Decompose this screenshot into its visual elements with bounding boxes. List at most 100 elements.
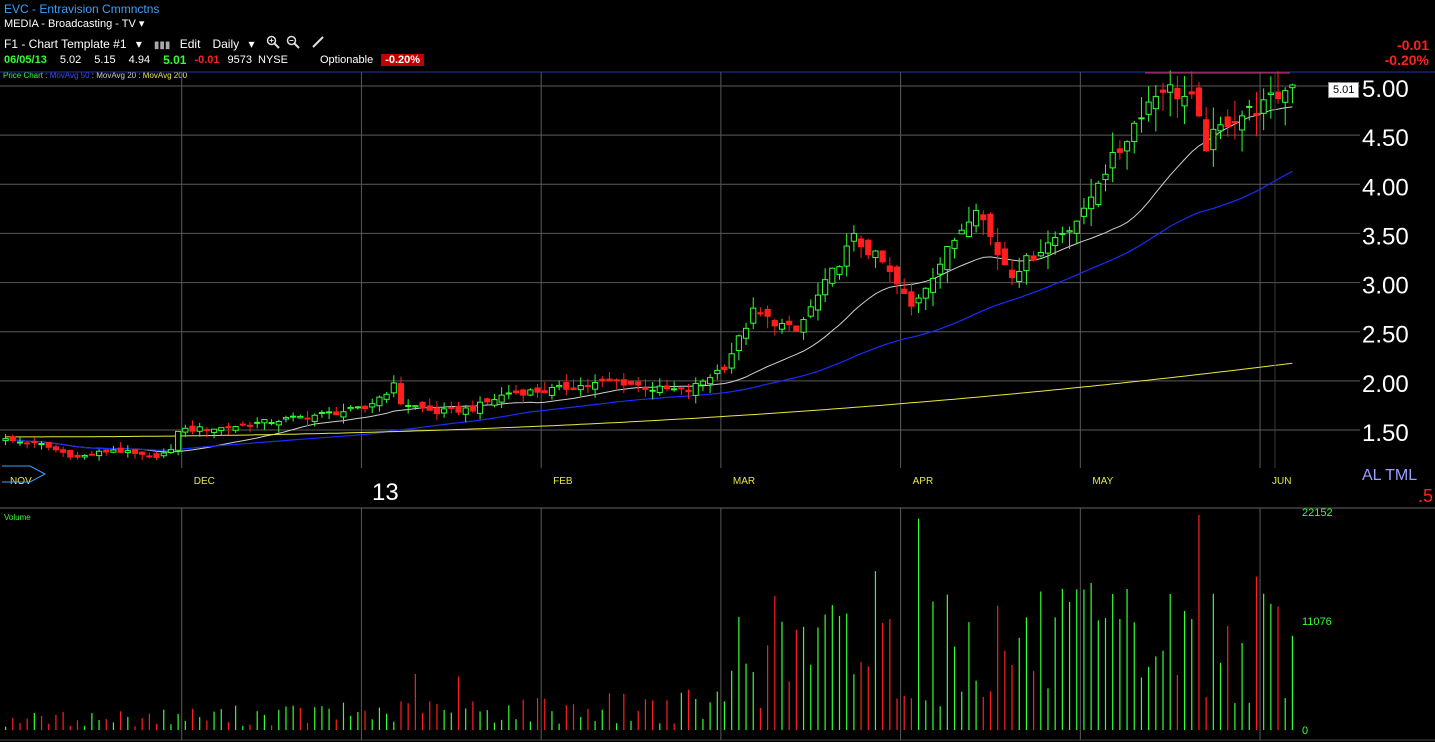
candle [24,441,31,449]
candle [627,380,635,386]
candle-body [1260,99,1267,114]
candle [52,444,60,453]
candle [9,434,16,443]
candle-body [1174,87,1181,100]
candle-body [1203,119,1210,152]
candle [822,268,829,303]
candle-body [980,214,987,221]
candle-body [369,403,376,408]
candle-body [1138,117,1145,120]
candle-body [678,387,685,390]
candle-body [38,443,45,446]
candle-body [340,411,347,418]
candle-body [656,385,663,394]
candle-body [182,427,189,433]
candle [563,374,570,396]
candle-body [505,392,512,395]
candle-body [534,387,541,393]
candle-body [9,436,16,441]
candle-body [541,390,548,393]
candle-body [548,387,556,396]
candle-body [16,441,24,444]
candle [577,377,584,396]
candle [534,384,541,398]
candle-body [110,449,117,453]
candle [1131,120,1138,154]
candle-body [750,307,757,324]
candle [1289,83,1296,104]
candle [275,419,282,433]
candle-body [865,239,872,256]
candle-body [282,417,290,420]
candle [383,392,390,403]
candle-body [397,383,405,405]
candle-body [2,438,9,442]
candle-body [886,265,893,272]
x-tick-label: MAR [733,476,755,487]
candle-body [1030,255,1037,261]
candle [1138,97,1145,133]
candle [527,388,534,397]
x-tick-label: JUN [1272,476,1291,487]
candle [1088,178,1095,227]
candle [865,238,872,259]
candle-body [584,385,591,388]
candle-body [606,378,613,382]
candle [728,342,735,374]
candle-body [1044,242,1052,254]
candle-body [103,449,110,453]
candle [1080,198,1088,225]
candle-body [1109,152,1116,169]
candle-body [771,320,778,327]
candle [1167,70,1174,117]
candle [721,364,728,374]
candle-body [498,394,505,403]
candle-body [390,382,397,394]
candle-body [441,408,448,414]
candle [153,451,160,461]
candle [663,379,671,392]
candle-body [973,209,980,227]
candle [81,454,88,460]
candle-body [1037,252,1044,257]
candle [556,380,563,391]
candle-body [778,323,786,330]
candle [1260,88,1267,131]
candle-body [455,405,462,413]
candle [167,444,175,455]
candle [110,445,117,454]
candle-body [354,406,361,409]
candle-body [893,266,901,285]
candle-body [563,382,570,390]
candle-body [189,425,196,432]
candle-body [944,246,951,271]
candle-body [556,384,563,388]
candle [520,388,527,404]
candle-body [311,414,318,422]
candle [793,325,800,332]
candle [361,404,369,413]
candle-body [261,419,268,424]
candle [326,407,333,420]
candle [1023,253,1030,285]
candle [742,322,750,345]
candle-body [167,449,175,453]
candle-body [649,389,656,392]
candle [620,373,627,394]
candle [1231,100,1238,140]
candle [441,402,448,418]
candle [290,412,297,422]
candle-body [326,411,333,414]
candle [304,411,311,427]
x-tick-label: APR [913,476,934,487]
candle [433,401,441,420]
candle [1095,180,1102,208]
price-volume-chart[interactable]: 1.502.002.503.003.504.004.505.00NOV DEC FE… [0,0,1435,742]
candle-body [728,353,735,369]
axes: 1.502.002.503.003.504.004.505.00NOV DEC FE… [4,76,1409,737]
candle-body [937,263,944,275]
candle-body [117,447,124,453]
candle [714,364,721,380]
candle [318,410,325,418]
candle [1159,82,1167,111]
